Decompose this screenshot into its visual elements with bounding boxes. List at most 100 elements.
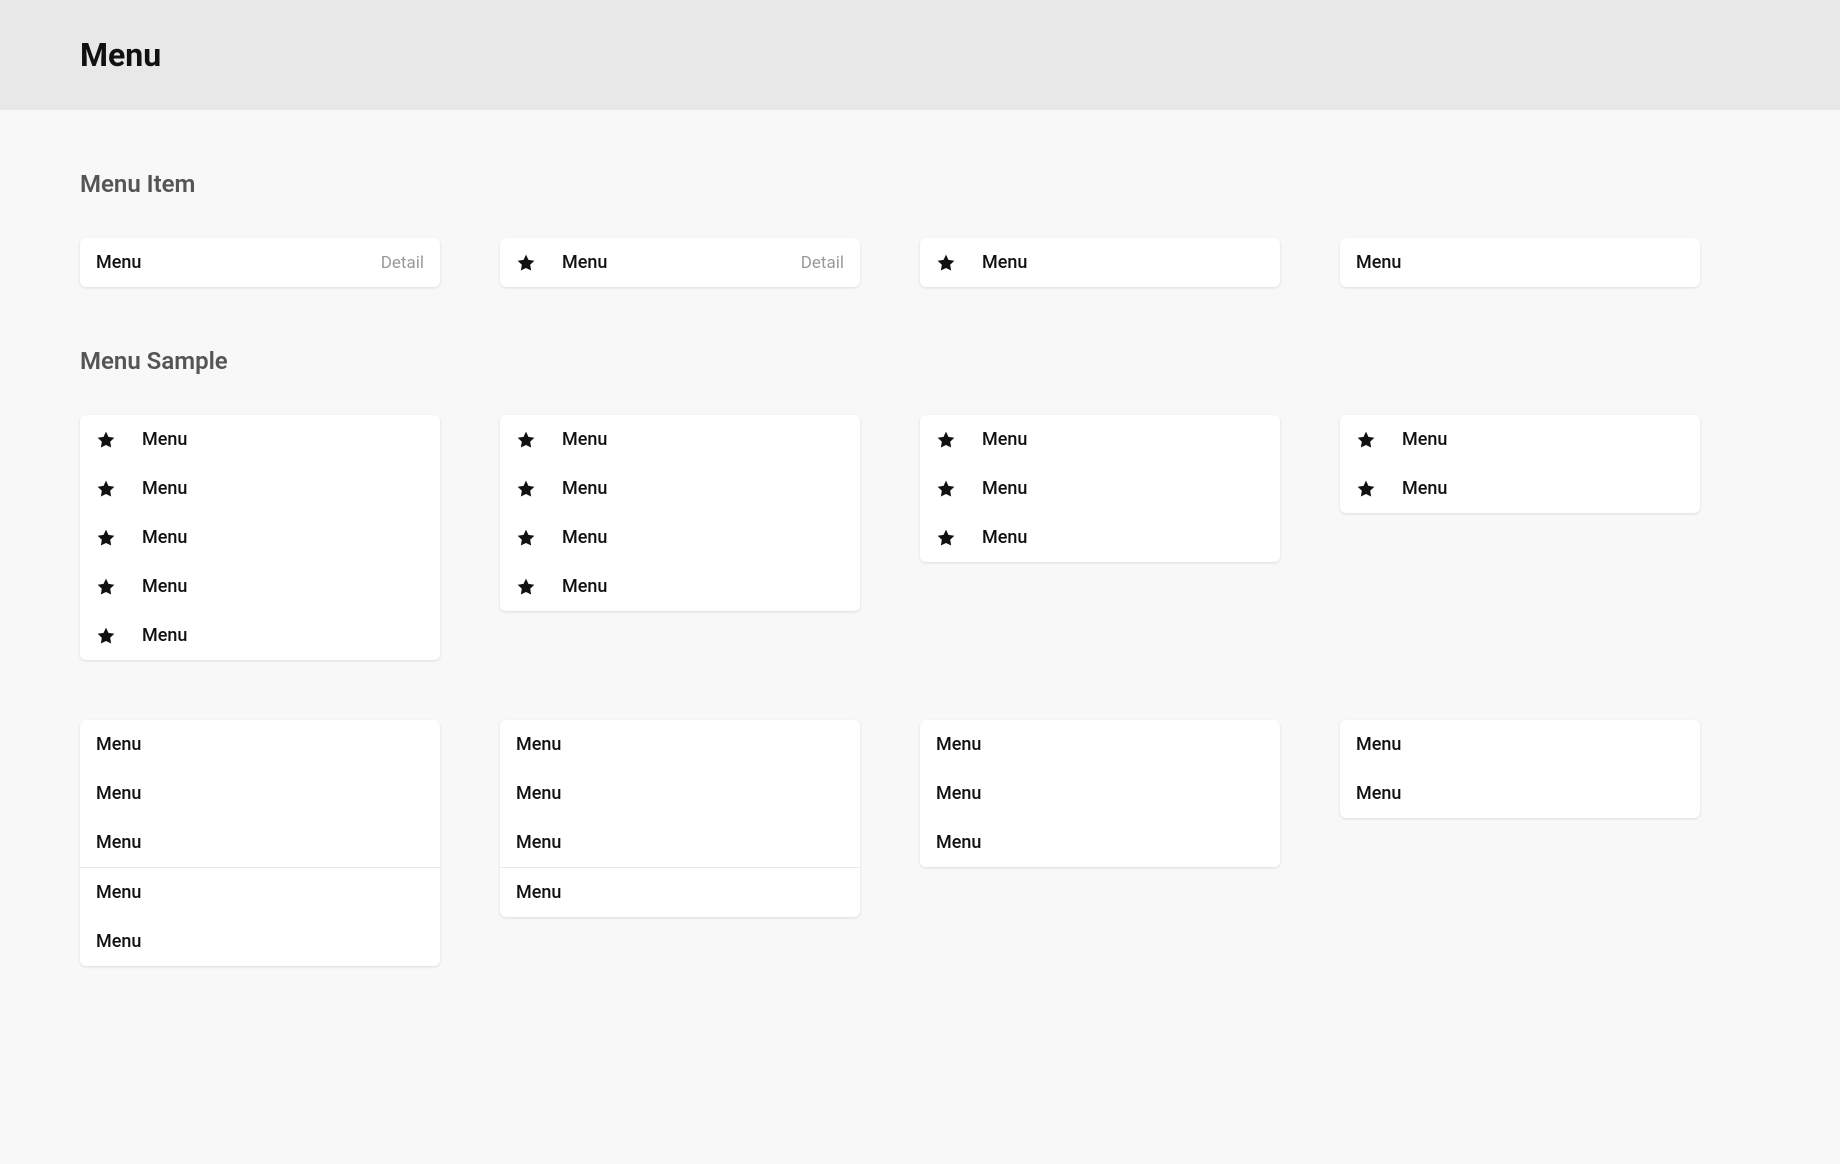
star-icon bbox=[96, 626, 116, 646]
menu-item[interactable]: Menu bbox=[80, 562, 440, 611]
section-title-menu-sample: Menu Sample bbox=[80, 347, 1760, 375]
star-icon bbox=[516, 577, 536, 597]
menu-card-plain-5: Menu Menu Menu Menu Menu bbox=[80, 720, 440, 966]
menu-card-icon-4: Menu Menu Menu Menu bbox=[500, 415, 860, 611]
menu-item[interactable]: Menu bbox=[80, 769, 440, 818]
menu-item[interactable]: Menu bbox=[80, 720, 440, 769]
menu-item-label: Menu bbox=[516, 832, 844, 853]
menu-item[interactable]: Menu bbox=[920, 720, 1280, 769]
menu-item[interactable]: Menu bbox=[1340, 238, 1700, 287]
menu-card-plain-4: Menu Menu Menu Menu bbox=[500, 720, 860, 917]
menu-item[interactable]: Menu bbox=[1340, 464, 1700, 513]
menu-item[interactable]: Menu bbox=[500, 818, 860, 867]
menu-item[interactable]: Menu bbox=[1340, 720, 1700, 769]
page-header: Menu bbox=[0, 0, 1840, 110]
menu-item[interactable]: Menu bbox=[80, 415, 440, 464]
menu-item[interactable]: Menu bbox=[920, 415, 1280, 464]
menu-item-label: Menu bbox=[562, 252, 801, 273]
menu-item-label: Menu bbox=[96, 832, 424, 853]
menu-card-detail: Menu Detail bbox=[80, 238, 440, 287]
page-title: Menu bbox=[80, 36, 1760, 74]
star-icon bbox=[516, 528, 536, 548]
menu-item[interactable]: Menu bbox=[80, 917, 440, 966]
menu-item-label: Menu bbox=[982, 252, 1264, 273]
menu-sample-icon-row: Menu Menu Menu Menu Menu bbox=[80, 415, 1760, 660]
menu-item-label: Menu bbox=[1402, 429, 1684, 450]
star-icon bbox=[96, 430, 116, 450]
menu-item[interactable]: Menu bbox=[920, 769, 1280, 818]
menu-item-label: Menu bbox=[936, 832, 1264, 853]
menu-card-icon-5: Menu Menu Menu Menu Menu bbox=[80, 415, 440, 660]
star-icon bbox=[96, 577, 116, 597]
menu-item-label: Menu bbox=[96, 931, 424, 952]
menu-item-label: Menu bbox=[1402, 478, 1684, 499]
menu-card-plain-3: Menu Menu Menu bbox=[920, 720, 1280, 867]
menu-item[interactable]: Menu bbox=[920, 513, 1280, 562]
menu-item-label: Menu bbox=[142, 429, 424, 450]
menu-item[interactable]: Menu Detail bbox=[500, 238, 860, 287]
menu-item[interactable]: Menu bbox=[80, 513, 440, 562]
menu-item-label: Menu bbox=[142, 527, 424, 548]
menu-card-plain: Menu bbox=[1340, 238, 1700, 287]
menu-item[interactable]: Menu bbox=[1340, 415, 1700, 464]
menu-item-detail: Detail bbox=[801, 253, 844, 273]
menu-item-label: Menu bbox=[1356, 252, 1684, 273]
star-icon bbox=[936, 253, 956, 273]
section-title-menu-item: Menu Item bbox=[80, 170, 1760, 198]
menu-item-label: Menu bbox=[142, 576, 424, 597]
star-icon bbox=[516, 430, 536, 450]
menu-item-label: Menu bbox=[562, 478, 844, 499]
menu-item[interactable]: Menu bbox=[500, 720, 860, 769]
menu-item[interactable]: Menu bbox=[500, 769, 860, 818]
menu-item[interactable]: Menu bbox=[80, 818, 440, 867]
menu-item-label: Menu bbox=[142, 625, 424, 646]
menu-item[interactable]: Menu bbox=[500, 868, 860, 917]
menu-item-label: Menu bbox=[1356, 783, 1684, 804]
menu-item-label: Menu bbox=[562, 429, 844, 450]
menu-sample-plain-row: Menu Menu Menu Menu Menu Menu bbox=[80, 720, 1760, 966]
star-icon bbox=[1356, 479, 1376, 499]
star-icon bbox=[936, 528, 956, 548]
menu-item[interactable]: Menu bbox=[500, 562, 860, 611]
star-icon bbox=[96, 479, 116, 499]
menu-item-label: Menu bbox=[982, 478, 1264, 499]
menu-item-label: Menu bbox=[936, 734, 1264, 755]
menu-card-icon-3: Menu Menu Menu bbox=[920, 415, 1280, 562]
menu-item[interactable]: Menu Detail bbox=[80, 238, 440, 287]
star-icon bbox=[1356, 430, 1376, 450]
menu-item-label: Menu bbox=[982, 429, 1264, 450]
menu-item[interactable]: Menu bbox=[1340, 769, 1700, 818]
menu-item-detail: Detail bbox=[381, 253, 424, 273]
menu-item-label: Menu bbox=[562, 527, 844, 548]
menu-item-label: Menu bbox=[936, 783, 1264, 804]
menu-item-label: Menu bbox=[516, 734, 844, 755]
menu-item[interactable]: Menu bbox=[500, 415, 860, 464]
menu-item[interactable]: Menu bbox=[80, 611, 440, 660]
menu-item-label: Menu bbox=[96, 734, 424, 755]
menu-item[interactable]: Menu bbox=[920, 818, 1280, 867]
menu-item-label: Menu bbox=[1356, 734, 1684, 755]
star-icon bbox=[936, 479, 956, 499]
menu-item-label: Menu bbox=[982, 527, 1264, 548]
star-icon bbox=[516, 479, 536, 499]
star-icon bbox=[516, 253, 536, 273]
menu-card-plain-2: Menu Menu bbox=[1340, 720, 1700, 818]
menu-item-label: Menu bbox=[516, 882, 844, 903]
menu-item-row: Menu Detail Menu Detail Menu bbox=[80, 238, 1760, 287]
menu-item[interactable]: Menu bbox=[80, 868, 440, 917]
star-icon bbox=[936, 430, 956, 450]
menu-item[interactable]: Menu bbox=[80, 464, 440, 513]
star-icon bbox=[96, 528, 116, 548]
menu-item[interactable]: Menu bbox=[920, 464, 1280, 513]
menu-item-section: Menu Item Menu Detail Menu Detail bbox=[80, 170, 1760, 287]
menu-item-label: Menu bbox=[96, 252, 381, 273]
menu-item-label: Menu bbox=[96, 882, 424, 903]
menu-item[interactable]: Menu bbox=[920, 238, 1280, 287]
menu-item[interactable]: Menu bbox=[500, 513, 860, 562]
menu-item-label: Menu bbox=[142, 478, 424, 499]
menu-card-icon-detail: Menu Detail bbox=[500, 238, 860, 287]
menu-item-label: Menu bbox=[516, 783, 844, 804]
menu-card-icon-2: Menu Menu bbox=[1340, 415, 1700, 513]
menu-item[interactable]: Menu bbox=[500, 464, 860, 513]
menu-card-icon: Menu bbox=[920, 238, 1280, 287]
